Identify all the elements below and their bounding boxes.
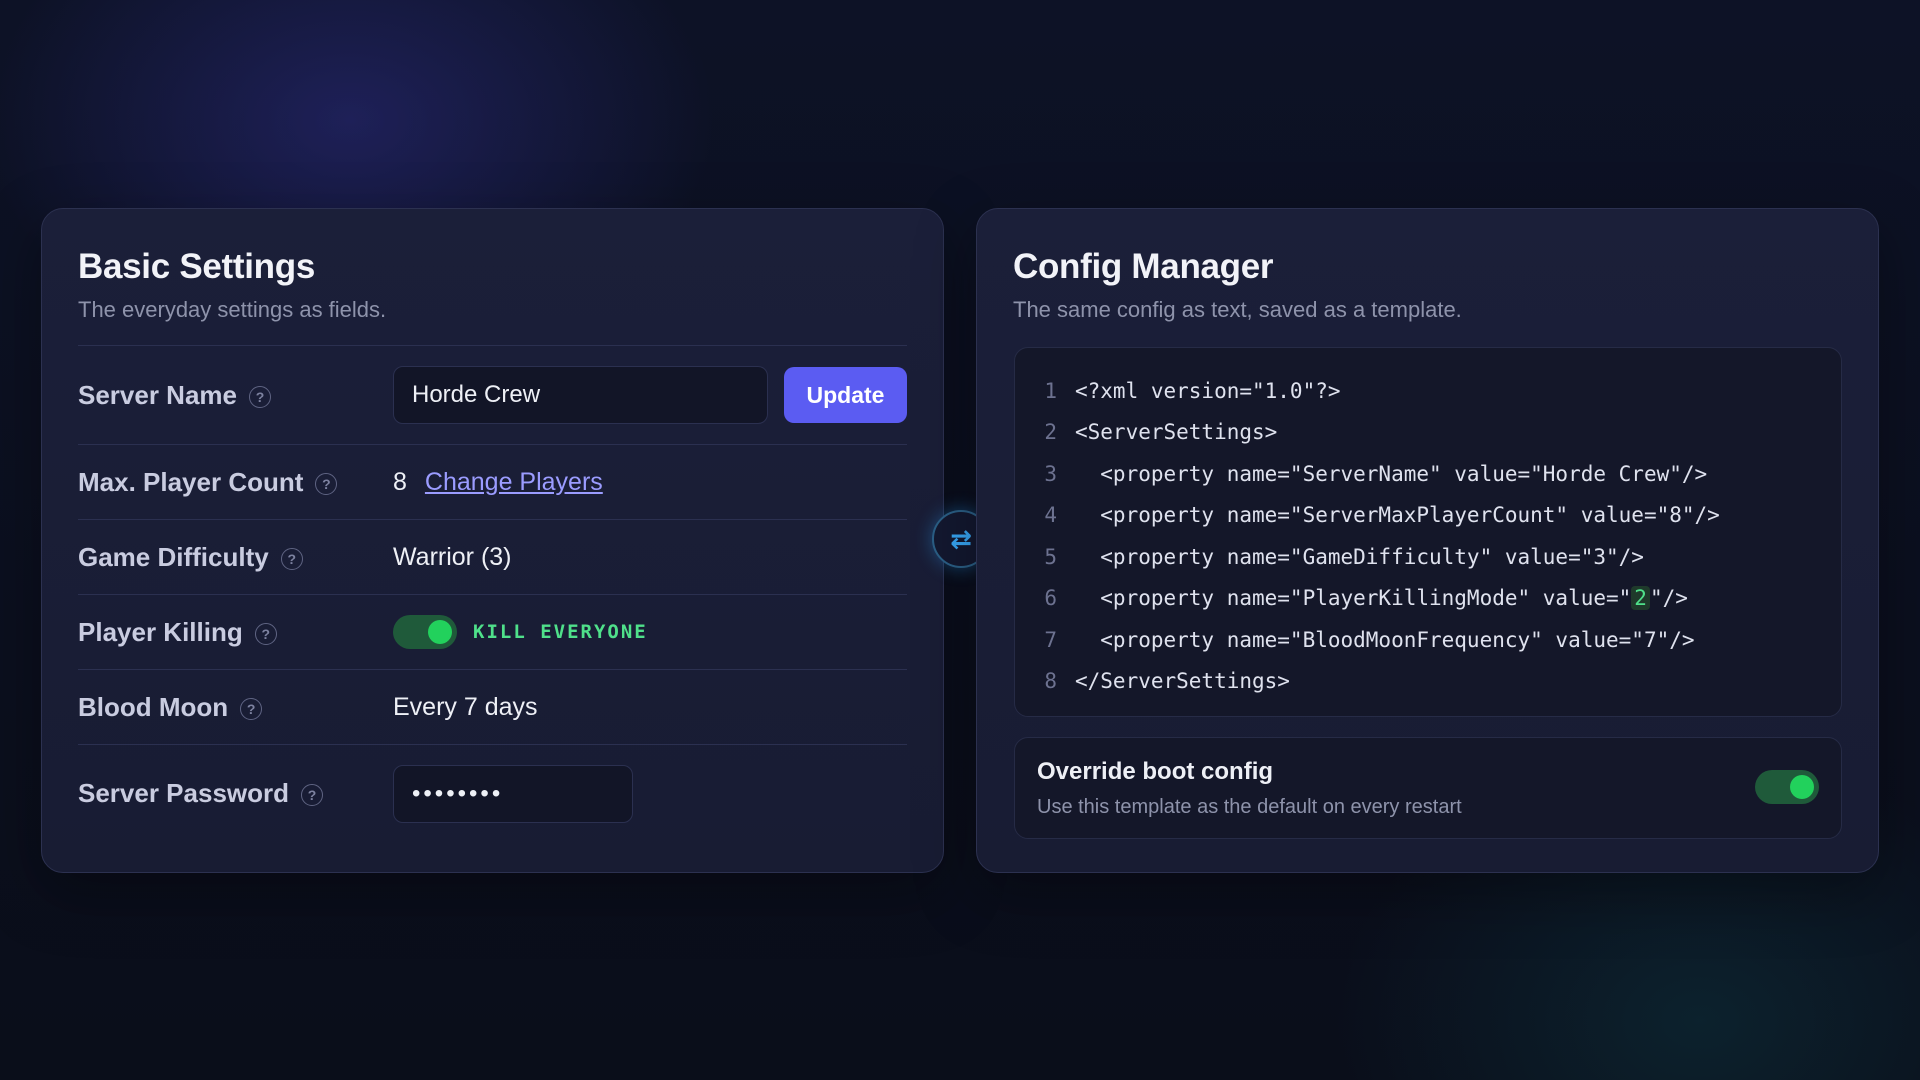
server-name-label: Server Name — [78, 379, 237, 410]
server-name-label-wrap: Server Name ? — [78, 380, 393, 411]
code-line: 6 <property name="PlayerKillingMode" val… — [1015, 578, 1841, 620]
override-toggle[interactable] — [1755, 770, 1819, 804]
basic-settings-subtitle: The everyday settings as fields. — [78, 297, 387, 322]
max-player-count-label: Max. Player Count — [78, 466, 304, 497]
code-line: 4 <property name="ServerMaxPlayerCount" … — [1015, 495, 1841, 537]
player-killing-toggle[interactable] — [393, 615, 457, 649]
server-name-input[interactable]: Horde Crew — [393, 366, 768, 424]
basic-settings-title: Basic Settings — [78, 247, 315, 286]
line-number: 6 — [1044, 586, 1057, 611]
code-text-segment: <ServerSettings> — [1075, 420, 1278, 445]
code-line: 7 <property name="BloodMoonFrequency" va… — [1015, 619, 1841, 661]
max-player-count-label-wrap: Max. Player Count ? — [78, 467, 393, 498]
override-subtitle: Use this template as the default on ever… — [1037, 796, 1462, 818]
code-text-segment: <property name="ServerName" value="Horde… — [1075, 461, 1708, 486]
line-number: 5 — [1044, 544, 1057, 569]
blood-moon-label-wrap: Blood Moon ? — [78, 692, 393, 723]
blood-moon-label: Blood Moon — [78, 691, 229, 722]
code-line: 1 <?xml version="1.0"?> — [1015, 370, 1841, 412]
server-password-input[interactable]: •••••••• — [393, 764, 633, 823]
line-number: 7 — [1044, 627, 1057, 652]
change-players-link[interactable]: Change Players — [425, 468, 603, 497]
toggle-knob — [1790, 775, 1814, 799]
max-player-count-row: Max. Player Count ? 8 Change Players — [78, 444, 907, 519]
settings-rows: Server Name ? Horde Crew Update Max. Pla… — [78, 345, 907, 842]
line-number: 1 — [1044, 378, 1057, 403]
code-line: 5 <property name="GameDifficulty" value=… — [1015, 536, 1841, 578]
code-text-segment: "/> — [1649, 586, 1688, 611]
line-number: 3 — [1044, 461, 1057, 486]
code-text-segment: </ServerSettings> — [1075, 669, 1290, 694]
code-text: <ServerSettings> — [1075, 420, 1277, 444]
line-number: 2 — [1044, 420, 1057, 445]
code-text: <property name="PlayerKillingMode" value… — [1075, 586, 1688, 611]
server-password-label: Server Password — [78, 778, 290, 808]
max-player-count-value: 8 — [393, 467, 407, 496]
blood-moon-value: Every 7 days — [393, 692, 538, 721]
server-name-value: Horde Crew — [412, 381, 541, 408]
toggle-knob — [428, 620, 452, 644]
game-difficulty-row: Game Difficulty ? Warrior (3) — [78, 519, 907, 594]
code-text-segment: <property name="BloodMoonFrequency" valu… — [1075, 627, 1695, 652]
basic-settings-panel: Basic Settings The everyday settings as … — [41, 208, 944, 873]
code-highlight: 2 — [1631, 586, 1650, 611]
help-icon[interactable]: ? — [315, 472, 338, 495]
code-text: <property name="ServerMaxPlayerCount" va… — [1075, 503, 1720, 527]
line-number: 8 — [1044, 669, 1057, 694]
game-difficulty-value: Warrior (3) — [393, 542, 512, 571]
code-text: <property name="BloodMoonFrequency" valu… — [1075, 627, 1695, 652]
swap-arrows-icon: ⇄ — [950, 523, 972, 554]
help-icon[interactable]: ? — [240, 697, 263, 720]
max-player-count-value-wrap: 8 Change Players — [393, 468, 603, 497]
kill-everyone-badge: KILL EVERYONE — [473, 621, 648, 643]
override-boot-config-card: Override boot config Use this template a… — [1014, 737, 1842, 839]
game-difficulty-label-wrap: Game Difficulty ? — [78, 542, 393, 573]
help-icon[interactable]: ? — [280, 547, 303, 570]
player-killing-label-wrap: Player Killing ? — [78, 617, 393, 648]
server-password-label-wrap: Server Password ? — [78, 778, 393, 809]
line-number: 4 — [1044, 503, 1057, 528]
code-text: </ServerSettings> — [1075, 669, 1290, 693]
player-killing-row: Player Killing ? KILL EVERYONE — [78, 594, 907, 669]
code-text-segment: <property name="PlayerKillingMode" value… — [1075, 586, 1632, 611]
code-line: 8 </ServerSettings> — [1015, 661, 1841, 703]
code-text-segment: <property name="ServerMaxPlayerCount" va… — [1075, 503, 1720, 528]
help-icon[interactable]: ? — [301, 784, 324, 806]
server-name-row: Server Name ? Horde Crew Update — [78, 345, 907, 444]
help-icon[interactable]: ? — [249, 385, 271, 408]
config-code-editor[interactable]: 1 <?xml version="1.0"?> 2 <ServerSettings> 3… — [1014, 347, 1842, 717]
code-text: <property name="GameDifficulty" value="3… — [1075, 545, 1644, 569]
code-text-segment: <?xml version="1.0"?> — [1075, 378, 1341, 403]
blood-moon-row: Blood Moon ? Every 7 days — [78, 669, 907, 744]
server-password-row: Server Password ? •••••••• — [78, 744, 907, 842]
config-manager-subtitle: The same config as text, saved as a temp… — [1013, 297, 1462, 322]
server-password-value: •••••••• — [412, 779, 504, 807]
config-manager-title: Config Manager — [1013, 247, 1274, 286]
help-icon[interactable]: ? — [254, 622, 277, 645]
code-text: <property name="ServerName" value="Horde… — [1075, 462, 1707, 486]
code-line: 3 <property name="ServerName" value="Hor… — [1015, 453, 1841, 495]
override-title: Override boot config — [1037, 758, 1274, 785]
code-text-segment: <property name="GameDifficulty" value="3… — [1075, 544, 1644, 569]
player-killing-control: KILL EVERYONE — [393, 615, 648, 649]
config-manager-panel: Config Manager The same config as text, … — [976, 208, 1879, 873]
code-text: <?xml version="1.0"?> — [1075, 379, 1341, 403]
code-line: 2 <ServerSettings> — [1015, 412, 1841, 454]
player-killing-label: Player Killing — [78, 616, 243, 647]
update-button[interactable]: Update — [784, 367, 907, 423]
game-difficulty-label: Game Difficulty — [78, 541, 269, 572]
